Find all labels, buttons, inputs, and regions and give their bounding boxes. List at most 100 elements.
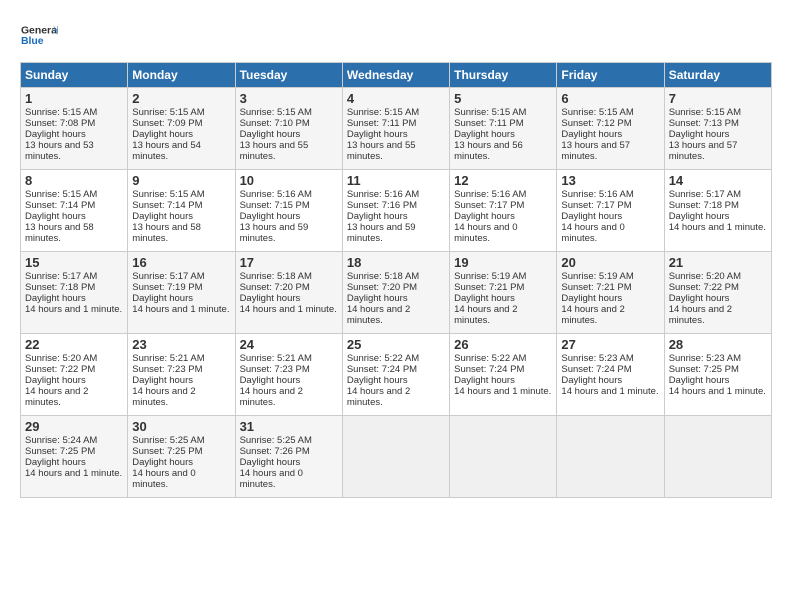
daylight-label: Daylight hours [132, 293, 193, 304]
daylight-label: Daylight hours [561, 211, 622, 222]
sunrise: Sunrise: 5:24 AM [25, 435, 97, 446]
daylight-label: Daylight hours [347, 211, 408, 222]
day-number: 5 [454, 91, 552, 106]
daylight-label: Daylight hours [240, 211, 301, 222]
header-row: SundayMondayTuesdayWednesdayThursdayFrid… [21, 63, 772, 88]
calendar-cell: 20 Sunrise: 5:19 AM Sunset: 7:21 PM Dayl… [557, 252, 664, 334]
day-number: 27 [561, 337, 659, 352]
sunrise: Sunrise: 5:17 AM [132, 271, 204, 282]
calendar-cell: 26 Sunrise: 5:22 AM Sunset: 7:24 PM Dayl… [450, 334, 557, 416]
daylight-value: 14 hours and 0 minutes. [454, 222, 517, 244]
daylight-value: 14 hours and 1 minute. [132, 304, 229, 315]
sunset: Sunset: 7:25 PM [132, 446, 202, 457]
daylight-value: 13 hours and 58 minutes. [132, 222, 201, 244]
calendar-cell: 18 Sunrise: 5:18 AM Sunset: 7:20 PM Dayl… [342, 252, 449, 334]
calendar-table: SundayMondayTuesdayWednesdayThursdayFrid… [20, 62, 772, 498]
calendar-cell [342, 416, 449, 498]
day-number: 18 [347, 255, 445, 270]
day-number: 21 [669, 255, 767, 270]
day-number: 8 [25, 173, 123, 188]
daylight-value: 14 hours and 2 minutes. [25, 386, 88, 408]
daylight-value: 14 hours and 2 minutes. [132, 386, 195, 408]
daylight-label: Daylight hours [132, 375, 193, 386]
sunset: Sunset: 7:11 PM [347, 118, 417, 129]
day-number: 16 [132, 255, 230, 270]
sunset: Sunset: 7:23 PM [240, 364, 310, 375]
sunset: Sunset: 7:11 PM [454, 118, 524, 129]
sunset: Sunset: 7:26 PM [240, 446, 310, 457]
sunset: Sunset: 7:20 PM [347, 282, 417, 293]
sunset: Sunset: 7:10 PM [240, 118, 310, 129]
daylight-value: 13 hours and 59 minutes. [347, 222, 416, 244]
daylight-value: 13 hours and 55 minutes. [240, 140, 309, 162]
sunset: Sunset: 7:24 PM [561, 364, 631, 375]
sunrise: Sunrise: 5:16 AM [347, 189, 419, 200]
daylight-label: Daylight hours [347, 375, 408, 386]
daylight-label: Daylight hours [132, 129, 193, 140]
calendar-cell: 14 Sunrise: 5:17 AM Sunset: 7:18 PM Dayl… [664, 170, 771, 252]
sunrise: Sunrise: 5:21 AM [240, 353, 312, 364]
day-number: 28 [669, 337, 767, 352]
day-header-tuesday: Tuesday [235, 63, 342, 88]
daylight-value: 13 hours and 59 minutes. [240, 222, 309, 244]
daylight-value: 13 hours and 54 minutes. [132, 140, 201, 162]
daylight-value: 14 hours and 1 minute. [25, 468, 122, 479]
day-number: 14 [669, 173, 767, 188]
daylight-label: Daylight hours [25, 457, 86, 468]
calendar-cell: 23 Sunrise: 5:21 AM Sunset: 7:23 PM Dayl… [128, 334, 235, 416]
day-number: 22 [25, 337, 123, 352]
logo-svg: General Blue [20, 16, 58, 54]
calendar-cell: 11 Sunrise: 5:16 AM Sunset: 7:16 PM Dayl… [342, 170, 449, 252]
logo: General Blue [20, 16, 58, 54]
calendar-cell [664, 416, 771, 498]
daylight-label: Daylight hours [347, 129, 408, 140]
calendar-cell: 16 Sunrise: 5:17 AM Sunset: 7:19 PM Dayl… [128, 252, 235, 334]
sunset: Sunset: 7:23 PM [132, 364, 202, 375]
daylight-value: 14 hours and 1 minute. [454, 386, 551, 397]
sunset: Sunset: 7:22 PM [669, 282, 739, 293]
daylight-value: 13 hours and 57 minutes. [561, 140, 630, 162]
calendar-cell: 25 Sunrise: 5:22 AM Sunset: 7:24 PM Dayl… [342, 334, 449, 416]
day-number: 3 [240, 91, 338, 106]
sunset: Sunset: 7:25 PM [25, 446, 95, 457]
day-number: 31 [240, 419, 338, 434]
daylight-value: 14 hours and 1 minute. [240, 304, 337, 315]
calendar-cell [450, 416, 557, 498]
daylight-value: 14 hours and 2 minutes. [240, 386, 303, 408]
day-number: 4 [347, 91, 445, 106]
calendar-cell: 19 Sunrise: 5:19 AM Sunset: 7:21 PM Dayl… [450, 252, 557, 334]
calendar-cell: 10 Sunrise: 5:16 AM Sunset: 7:15 PM Dayl… [235, 170, 342, 252]
daylight-value: 14 hours and 2 minutes. [669, 304, 732, 326]
sunrise: Sunrise: 5:23 AM [561, 353, 633, 364]
sunrise: Sunrise: 5:25 AM [132, 435, 204, 446]
day-number: 29 [25, 419, 123, 434]
day-header-friday: Friday [557, 63, 664, 88]
sunrise: Sunrise: 5:18 AM [240, 271, 312, 282]
sunrise: Sunrise: 5:21 AM [132, 353, 204, 364]
daylight-label: Daylight hours [454, 129, 515, 140]
calendar-cell: 6 Sunrise: 5:15 AM Sunset: 7:12 PM Dayli… [557, 88, 664, 170]
day-number: 6 [561, 91, 659, 106]
sunrise: Sunrise: 5:15 AM [454, 107, 526, 118]
daylight-value: 13 hours and 58 minutes. [25, 222, 94, 244]
daylight-label: Daylight hours [240, 375, 301, 386]
sunrise: Sunrise: 5:15 AM [669, 107, 741, 118]
sunset: Sunset: 7:15 PM [240, 200, 310, 211]
day-number: 10 [240, 173, 338, 188]
daylight-label: Daylight hours [454, 375, 515, 386]
sunrise: Sunrise: 5:16 AM [240, 189, 312, 200]
sunrise: Sunrise: 5:15 AM [132, 189, 204, 200]
daylight-value: 13 hours and 53 minutes. [25, 140, 94, 162]
daylight-label: Daylight hours [669, 375, 730, 386]
daylight-value: 14 hours and 2 minutes. [561, 304, 624, 326]
daylight-value: 14 hours and 1 minute. [669, 386, 766, 397]
daylight-label: Daylight hours [132, 457, 193, 468]
daylight-label: Daylight hours [25, 211, 86, 222]
sunrise: Sunrise: 5:19 AM [561, 271, 633, 282]
calendar-cell: 7 Sunrise: 5:15 AM Sunset: 7:13 PM Dayli… [664, 88, 771, 170]
day-number: 26 [454, 337, 552, 352]
sunrise: Sunrise: 5:15 AM [240, 107, 312, 118]
daylight-label: Daylight hours [561, 293, 622, 304]
day-number: 7 [669, 91, 767, 106]
day-number: 1 [25, 91, 123, 106]
